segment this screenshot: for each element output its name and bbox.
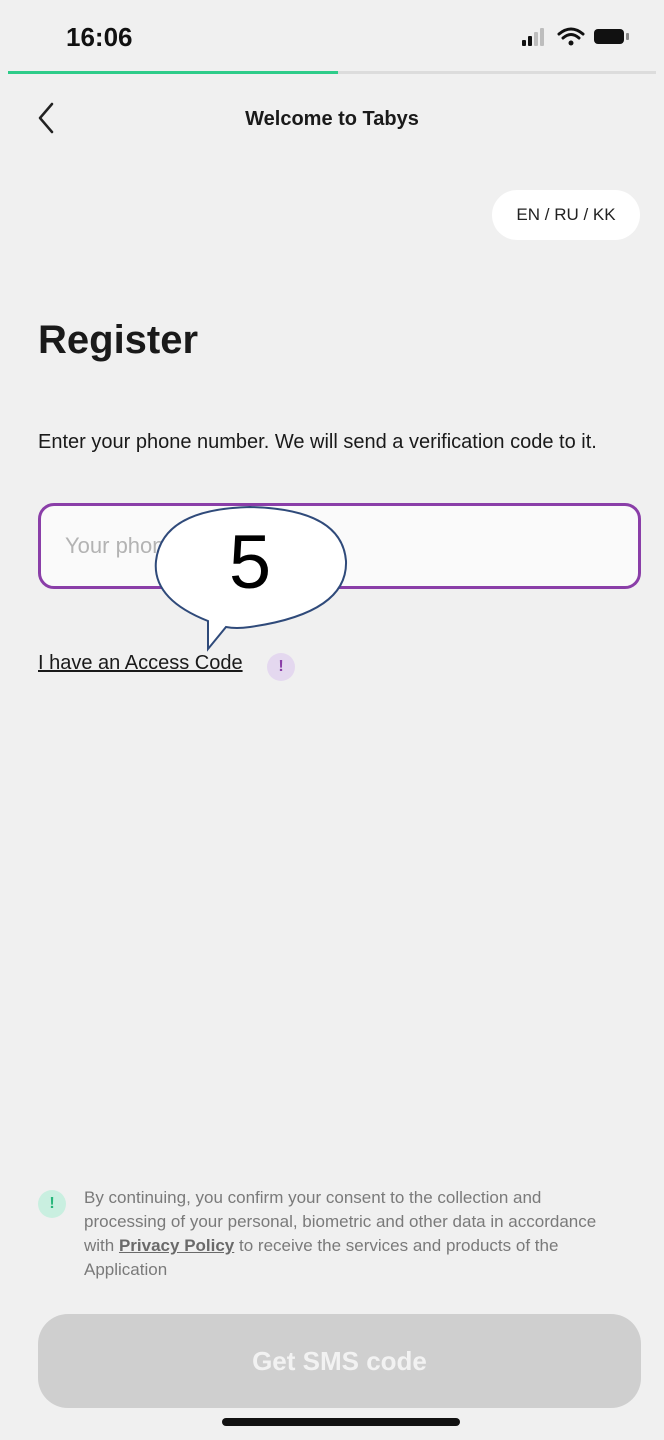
status-icons xyxy=(522,27,629,46)
page-title: Register xyxy=(38,318,199,362)
battery-icon xyxy=(594,29,629,44)
phone-number-input[interactable] xyxy=(38,503,641,589)
registration-progress-fill xyxy=(8,71,339,74)
wifi-icon xyxy=(557,27,585,46)
registration-screen: 16:06 Welcome to Tabys EN / RU / KK Regi… xyxy=(0,0,664,1440)
home-indicator xyxy=(222,1418,460,1426)
header-title: Welcome to Tabys xyxy=(245,108,419,130)
privacy-policy-link[interactable]: Privacy Policy xyxy=(119,1236,234,1255)
consent-text: By continuing, you confirm your consent … xyxy=(84,1186,604,1282)
registration-progress-bar xyxy=(8,71,656,74)
language-switcher-button[interactable]: EN / RU / KK xyxy=(492,190,640,240)
access-code-link[interactable]: I have an Access Code xyxy=(38,652,243,675)
cellular-signal-icon xyxy=(522,28,544,46)
status-bar: 16:06 xyxy=(0,0,664,72)
get-sms-code-button[interactable]: Get SMS code xyxy=(38,1314,641,1408)
status-time: 16:06 xyxy=(66,22,133,52)
access-code-info-icon[interactable]: ! xyxy=(267,653,295,681)
instruction-text: Enter your phone number. We will send a … xyxy=(38,431,597,453)
consent-info-icon: ! xyxy=(38,1190,66,1218)
